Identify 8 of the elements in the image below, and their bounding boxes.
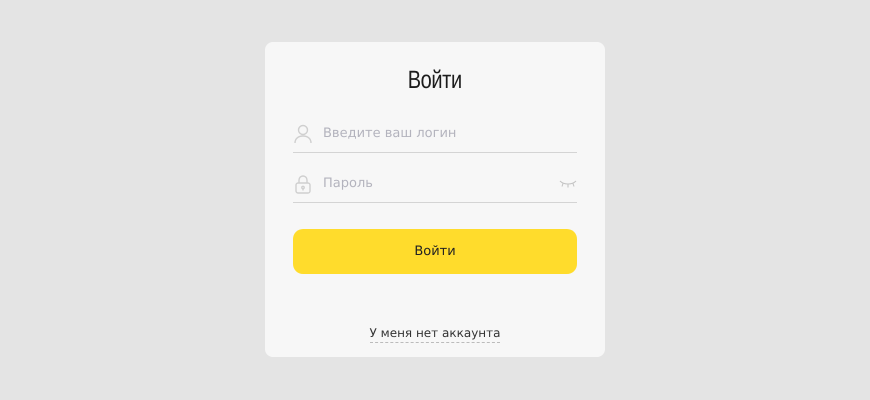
password-field[interactable]: Пароль <box>323 176 549 191</box>
login-button[interactable]: Войти <box>293 229 577 274</box>
login-field[interactable]: Введите ваш логин <box>323 126 577 141</box>
login-title: Войти <box>408 66 462 95</box>
no-account-link[interactable]: У меня нет аккаунта <box>370 326 500 343</box>
user-icon <box>293 124 313 144</box>
lock-icon <box>293 174 313 194</box>
eye-closed-icon[interactable] <box>559 180 577 188</box>
